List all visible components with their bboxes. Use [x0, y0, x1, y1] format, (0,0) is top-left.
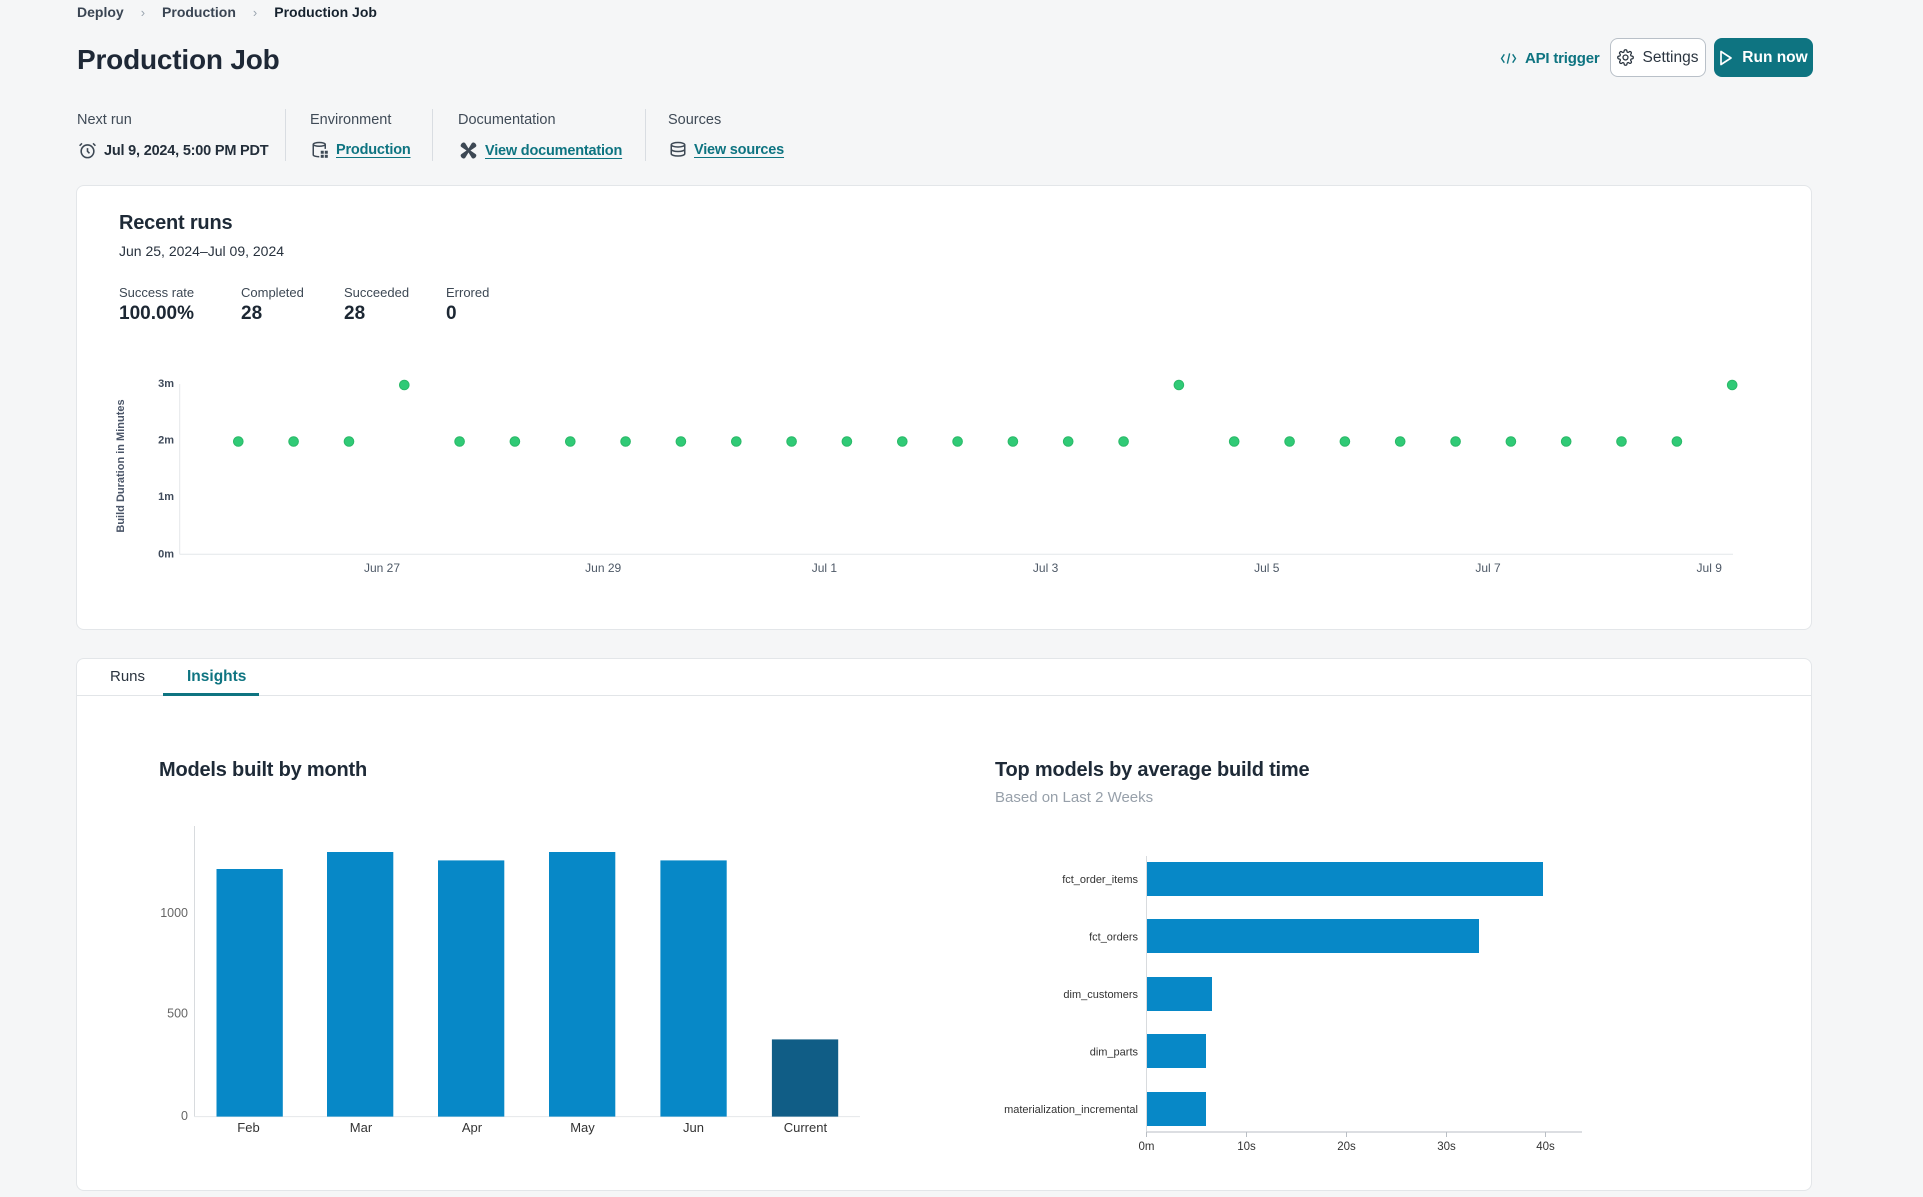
svg-text:1m: 1m: [158, 491, 174, 503]
svg-text:0m: 0m: [1139, 1141, 1155, 1153]
svg-text:dim_parts: dim_parts: [1090, 1047, 1139, 1059]
svg-text:May: May: [570, 1120, 595, 1135]
svg-text:1000: 1000: [160, 906, 188, 920]
svg-text:3m: 3m: [158, 378, 174, 390]
svg-text:Mar: Mar: [350, 1120, 373, 1135]
svg-text:Current: Current: [784, 1120, 828, 1135]
svg-text:Apr: Apr: [462, 1120, 483, 1135]
svg-text:0m: 0m: [158, 549, 174, 561]
svg-text:40s: 40s: [1536, 1141, 1555, 1153]
svg-text:Build Duration in Minutes: Build Duration in Minutes: [115, 399, 127, 532]
svg-text:0: 0: [181, 1109, 188, 1123]
svg-text:Jul 5: Jul 5: [1254, 561, 1280, 575]
svg-text:10s: 10s: [1237, 1141, 1256, 1153]
svg-text:fct_orders: fct_orders: [1089, 932, 1138, 944]
svg-text:Jun 27: Jun 27: [364, 561, 400, 575]
svg-text:Feb: Feb: [237, 1120, 259, 1135]
svg-text:fct_order_items: fct_order_items: [1062, 874, 1138, 886]
svg-text:Jul 1: Jul 1: [812, 561, 838, 575]
svg-text:20s: 20s: [1337, 1141, 1356, 1153]
svg-text:2m: 2m: [158, 435, 174, 447]
svg-text:dim_customers: dim_customers: [1063, 989, 1138, 1001]
svg-text:Jun 29: Jun 29: [585, 561, 621, 575]
svg-text:500: 500: [167, 1007, 188, 1021]
svg-text:materialization_incremental: materialization_incremental: [1004, 1104, 1138, 1116]
svg-text:Jul 3: Jul 3: [1033, 561, 1059, 575]
svg-text:Jun: Jun: [683, 1120, 704, 1135]
svg-text:Jul 7: Jul 7: [1475, 561, 1501, 575]
svg-text:30s: 30s: [1437, 1141, 1456, 1153]
svg-text:Jul 9: Jul 9: [1697, 561, 1723, 575]
